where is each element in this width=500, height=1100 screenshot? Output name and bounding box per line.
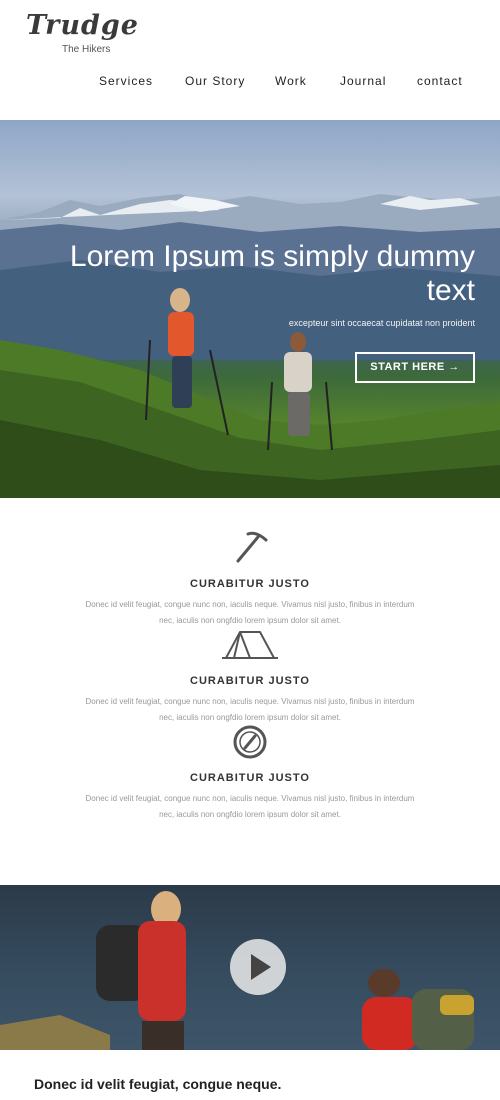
main-nav: Services Our Story Work Journal contact	[0, 74, 500, 94]
video-section	[0, 885, 500, 1050]
nav-item-our-story[interactable]: Our Story	[185, 74, 245, 88]
ice-axe-icon	[236, 531, 268, 563]
feature-text: Donec id velit feugiat, congue nunc non,…	[85, 600, 415, 625]
logo[interactable]: Trudge The Hikers	[26, 8, 139, 55]
hero-subtitle: excepteur sint occaecat cupidatat non pr…	[288, 318, 475, 328]
feature-text: Donec id velit feugiat, congue nunc non,…	[85, 794, 415, 819]
section-heading: Donec id velit feugiat, congue neque.	[34, 1076, 282, 1092]
feature-title: CURABITUR JUSTO	[190, 578, 310, 590]
nav-item-journal[interactable]: Journal	[340, 74, 386, 88]
logo-subtitle: The Hikers	[62, 44, 111, 55]
nav-item-work[interactable]: Work	[275, 74, 307, 88]
hero-title: Lorem Ipsum is simply dummy text	[69, 240, 475, 307]
feature-text: Donec id velit feugiat, congue nunc non,…	[85, 697, 415, 722]
compass-icon	[233, 725, 267, 759]
feature-title: CURABITUR JUSTO	[190, 675, 310, 687]
hero-banner: Lorem Ipsum is simply dummy text excepte…	[0, 120, 500, 498]
tent-icon	[222, 631, 278, 659]
start-here-button[interactable]: START HERE →	[355, 352, 475, 383]
play-button[interactable]	[230, 939, 286, 995]
site-header: Trudge The Hikers Services Our Story Wor…	[0, 0, 500, 120]
nav-item-contact[interactable]: contact	[417, 74, 463, 88]
features-section: CURABITUR JUSTO Donec id velit feugiat, …	[0, 498, 500, 885]
hero-landscape-image	[0, 194, 500, 498]
nav-item-services[interactable]: Services	[99, 74, 153, 88]
logo-title: Trudge	[26, 10, 139, 41]
feature-title: CURABITUR JUSTO	[190, 772, 310, 784]
